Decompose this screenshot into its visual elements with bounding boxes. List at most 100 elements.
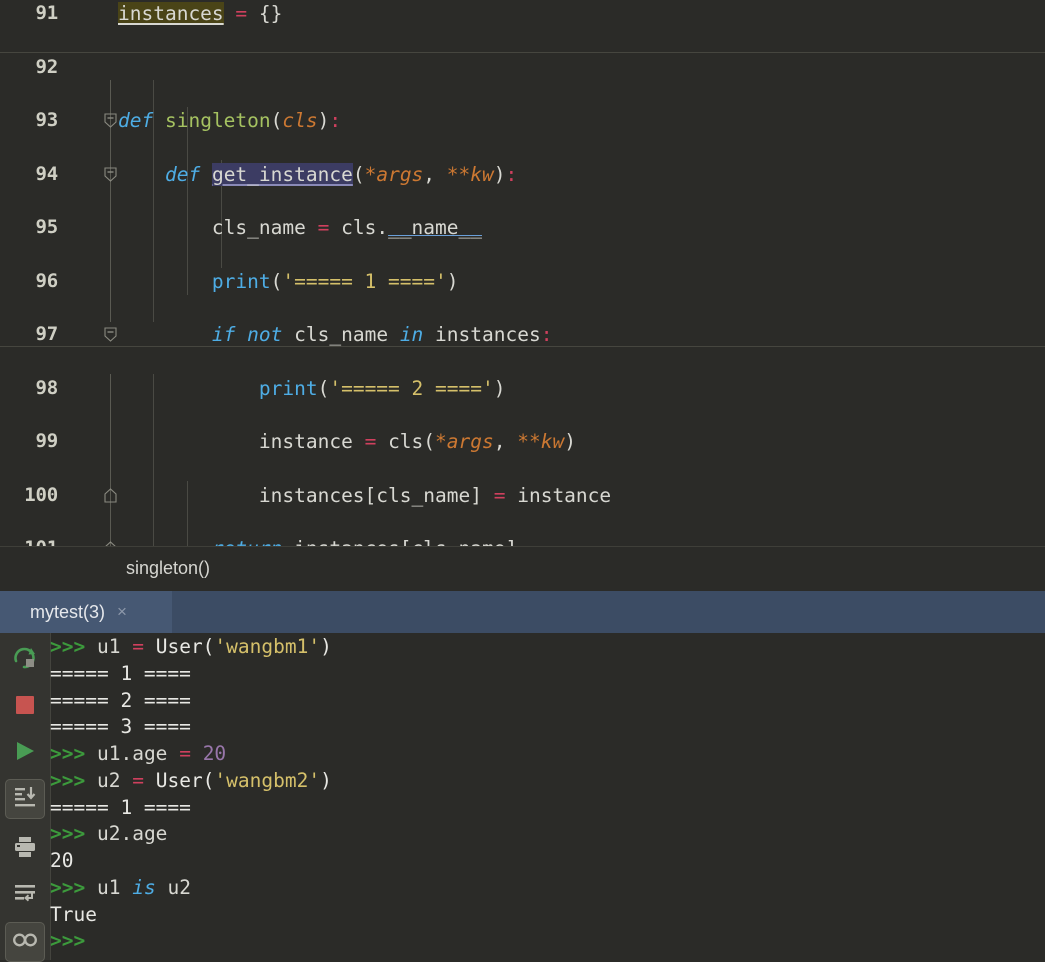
line-number: 94 [35, 162, 59, 185]
token-colon: : [540, 323, 553, 346]
fold-collapse-icon[interactable] [103, 327, 118, 342]
token-cls: cls [282, 109, 318, 132]
code-line-100[interactable]: instances[cls_name] = instance [118, 482, 611, 509]
token-instances: instances [118, 2, 224, 25]
console-var: u1.age [96, 742, 168, 765]
console-line: True [50, 901, 97, 928]
soft-wrap-icon [13, 882, 37, 910]
token-print: print [258, 376, 318, 400]
code-line-91[interactable]: instances = {} [118, 0, 282, 27]
console-var: u1 [96, 875, 121, 899]
code-line-97[interactable]: if not cls_name in instances: [118, 321, 553, 348]
code-row[interactable]: 95 cls_name = cls.__name__ [0, 214, 1045, 241]
console-op: = [132, 635, 144, 658]
comma: , [493, 430, 518, 453]
console-expr: u2.age [96, 822, 168, 846]
token-args: *args [435, 430, 494, 453]
infinity-icon [12, 931, 38, 953]
tab-mytest[interactable]: mytest(3) × [0, 591, 172, 633]
code-line-94[interactable]: def get_instance(*args, **kw): [118, 161, 517, 188]
token-string-1: '===== 1 ====' [282, 269, 447, 293]
token-return: return [212, 537, 282, 546]
console-line: >>> u1 = User('wangbm1') [50, 633, 332, 660]
scroll-to-end-button[interactable] [5, 779, 45, 819]
code-line-99[interactable]: instance = cls(*args, **kw) [118, 428, 576, 455]
code-row[interactable]: 93 def singleton(cls): [0, 107, 1045, 134]
close-icon[interactable]: × [117, 602, 127, 622]
token-if: if [211, 323, 236, 346]
code-line-93[interactable]: def singleton(cls): [118, 107, 341, 134]
token-kwargs: **kw [446, 162, 494, 186]
code-line-98[interactable]: print('===== 2 ====') [118, 375, 506, 402]
console-call: User( [155, 635, 215, 658]
code-line-96[interactable]: print('===== 1 ====') [118, 268, 459, 295]
console-output[interactable]: >>> u1 = User('wangbm1') ===== 1 ==== ==… [50, 633, 1045, 960]
console-tab-bar[interactable]: mytest(3) × [0, 591, 1045, 633]
console-input-line[interactable]: >>> [50, 927, 97, 954]
prompt-marker: >>> [50, 929, 86, 953]
console-line: ===== 3 ==== [50, 713, 191, 740]
token-kwargs: **kw [517, 430, 565, 453]
console-output-text: ===== 3 ==== [50, 715, 191, 739]
code-row[interactable]: 97 if not cls_name in instances: [0, 321, 1045, 348]
code-row[interactable]: 92 [0, 54, 1045, 81]
token-cls-name: cls_name [294, 323, 389, 346]
token-equals: = [317, 216, 330, 239]
console-toolbar [0, 633, 51, 962]
fold-end-icon[interactable] [103, 487, 118, 503]
line-number: 100 [24, 483, 58, 506]
console-op: = [132, 768, 144, 792]
code-lines: 91 instances = {} 92 93 def singleton(cl… [0, 0, 1045, 546]
code-row[interactable]: 100 instances[cls_name] = instance [0, 482, 1045, 509]
token-cls-name: cls_name [376, 483, 471, 507]
prompt-marker: >>> [50, 742, 86, 765]
breadcrumb-bar[interactable]: singleton() [0, 546, 1045, 592]
execute-button[interactable] [5, 733, 45, 773]
console-var: u1 [96, 635, 121, 658]
code-row[interactable]: 96 print('===== 1 ====') [0, 268, 1045, 295]
code-line-101[interactable]: return instances[cls_name] [118, 535, 517, 546]
console-output-text: ===== 1 ==== [50, 795, 191, 819]
fold-collapse-icon[interactable] [103, 166, 118, 182]
prompt-marker: >>> [50, 635, 86, 658]
code-row[interactable]: 91 instances = {} [0, 0, 1045, 27]
code-row[interactable]: 94 def get_instance(*args, **kw): [0, 161, 1045, 188]
code-row[interactable]: 98 print('===== 2 ====') [0, 375, 1045, 402]
token-empty-dict: {} [258, 2, 283, 25]
paren-close: ) [317, 109, 330, 132]
console-line: >>> u2.age [50, 820, 167, 847]
code-editor[interactable]: 91 instances = {} 92 93 def singleton(cl… [0, 0, 1045, 546]
prompt-marker: >>> [50, 822, 86, 846]
console-line: >>> u1.age = 20 [50, 740, 226, 767]
scroll-to-end-icon [13, 785, 37, 813]
always-visible-button[interactable] [5, 922, 45, 962]
line-number: 98 [35, 376, 59, 399]
line-number: 101 [0, 535, 66, 546]
token-instances: instances [435, 323, 541, 346]
paren-open: ( [317, 376, 330, 400]
console-line: >>> u1 is u2 [50, 874, 191, 901]
print-button[interactable] [5, 829, 45, 869]
code-row[interactable]: 99 instance = cls(*args, **kw) [0, 428, 1045, 455]
console-paren: ) [320, 768, 332, 792]
rerun-button[interactable] [5, 640, 45, 680]
console-output-text: 20 [50, 849, 74, 872]
python-console[interactable]: >>> u1 = User('wangbm1') ===== 1 ==== ==… [0, 633, 1045, 962]
soft-wrap-button[interactable] [5, 876, 45, 916]
line-number: 97 [35, 323, 59, 345]
fold-collapse-icon[interactable] [103, 113, 118, 128]
console-output-text: ===== 1 ==== [50, 661, 191, 685]
bracket-close: ] [470, 483, 482, 507]
paren-open: ( [423, 430, 436, 453]
code-row[interactable]: 101 return instances[cls_name] [0, 535, 1045, 546]
tab-label: mytest(3) [30, 601, 106, 622]
code-line-95[interactable]: cls_name = cls.__name__ [118, 214, 482, 241]
line-number: 92 [35, 55, 59, 78]
console-var: u2 [96, 768, 121, 792]
line-number: 93 [35, 109, 59, 131]
token-cls: cls [341, 216, 377, 239]
console-call: User( [155, 768, 215, 792]
stop-button[interactable] [5, 687, 45, 727]
line-number: 99 [35, 430, 59, 452]
breadcrumb-item-singleton[interactable]: singleton() [126, 558, 210, 579]
